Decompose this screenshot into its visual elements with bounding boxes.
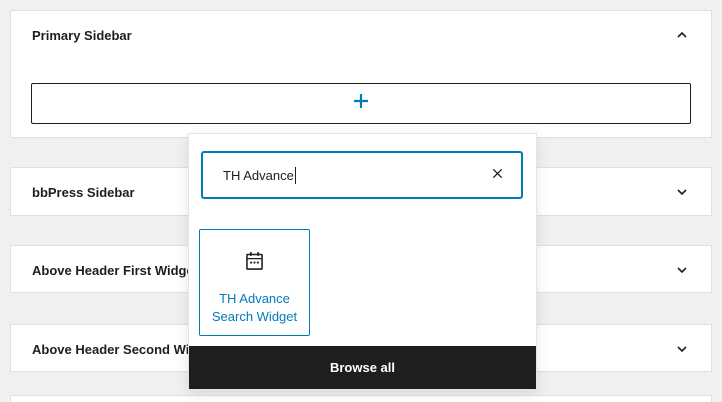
widget-area-title: Above Header First Widget: [32, 263, 198, 278]
widget-area-panel-primary-sidebar: Primary Sidebar: [10, 10, 712, 138]
widget-result-th-advance-search-widget[interactable]: TH Advance Search Widget: [199, 229, 310, 336]
chevron-down-icon[interactable]: [674, 341, 690, 357]
block-inserter-popover: TH Advance TH Advance Se: [188, 133, 537, 390]
browse-all-button[interactable]: Browse all: [189, 346, 536, 389]
widget-area-title: bbPress Sidebar: [32, 185, 135, 200]
clear-search-button[interactable]: [485, 163, 509, 187]
widget-area-panel-partial: [10, 395, 712, 402]
calendar-icon: [242, 249, 267, 277]
chevron-down-icon[interactable]: [674, 262, 690, 278]
widget-area-title: Primary Sidebar: [32, 28, 132, 43]
close-icon: [490, 166, 505, 184]
plus-icon: [352, 92, 370, 115]
widgets-editor-screen: Primary Sidebar bbPress Sidebar Above He…: [0, 0, 722, 402]
inserter-search-input[interactable]: TH Advance: [201, 151, 523, 199]
text-caret: [295, 167, 297, 184]
widget-area-toggle-primary-sidebar[interactable]: Primary Sidebar: [11, 11, 711, 59]
block-appender-button[interactable]: [31, 83, 691, 124]
chevron-up-icon[interactable]: [674, 27, 690, 43]
chevron-down-icon[interactable]: [674, 184, 690, 200]
search-input-value: TH Advance: [223, 168, 294, 183]
widget-result-label: TH Advance Search Widget: [205, 290, 305, 326]
